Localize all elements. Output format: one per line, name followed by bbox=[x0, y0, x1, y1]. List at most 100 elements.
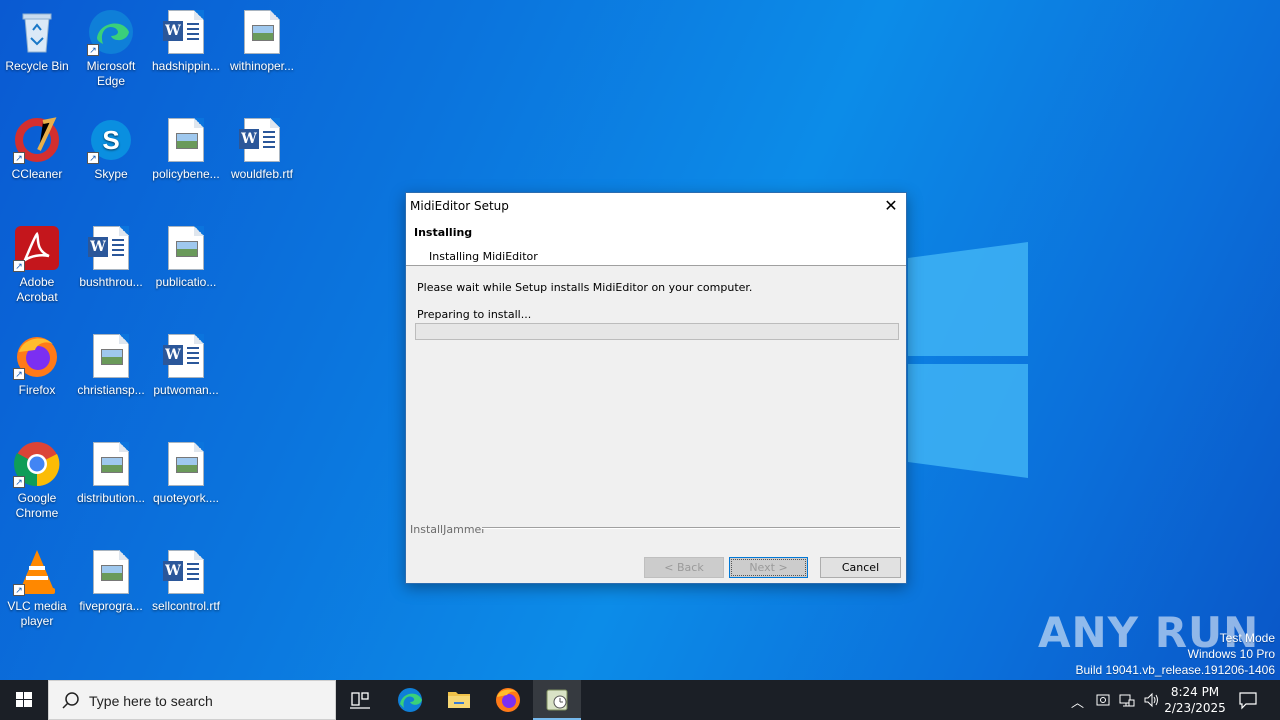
taskbar-firefox[interactable] bbox=[484, 680, 532, 720]
clock-time: 8:24 PM bbox=[1170, 685, 1220, 699]
icon-label: Skype bbox=[94, 167, 128, 181]
desktop-icon-file[interactable]: fiveprogra... bbox=[73, 548, 149, 614]
taskbar-edge[interactable] bbox=[386, 680, 434, 720]
desktop-icon-file[interactable]: W sellcontrol.rtf bbox=[148, 548, 224, 614]
image-doc-icon bbox=[162, 116, 210, 164]
svg-text:S: S bbox=[102, 125, 119, 155]
word-doc-icon: W bbox=[162, 548, 210, 596]
desktop-icon-microsoft-edge[interactable]: ↗ Microsoft Edge bbox=[73, 8, 149, 89]
icon-label: Recycle Bin bbox=[5, 59, 69, 73]
desktop-icon-google-chrome[interactable]: ↗ Google Chrome bbox=[0, 440, 75, 521]
taskbar: Type here to search ︿ 8:24 PM 2/23/2025 bbox=[0, 680, 1280, 720]
tray-volume[interactable] bbox=[1143, 692, 1161, 712]
search-placeholder: Type here to search bbox=[89, 693, 213, 709]
desktop-icon-file[interactable]: withinoper... bbox=[224, 8, 300, 74]
skype-icon: S ↗ bbox=[87, 116, 135, 164]
icon-label: putwoman... bbox=[153, 383, 219, 397]
firefox-icon bbox=[496, 688, 520, 712]
os-watermark: Test Mode Windows 10 Pro Build 19041.vb_… bbox=[1076, 630, 1276, 678]
image-doc-icon bbox=[162, 224, 210, 272]
icon-label: Google Chrome bbox=[15, 491, 59, 520]
dialog-titlebar[interactable]: MidiEditor Setup ✕ bbox=[406, 193, 906, 218]
next-button[interactable]: Next > bbox=[729, 557, 808, 578]
install-progress-bar bbox=[415, 323, 899, 340]
recycle-bin-icon bbox=[13, 8, 61, 56]
tray-network[interactable] bbox=[1119, 692, 1135, 712]
icon-label: policybene... bbox=[152, 167, 220, 181]
tray-security[interactable] bbox=[1095, 692, 1111, 712]
divider bbox=[482, 527, 900, 529]
dialog-title: MidiEditor Setup bbox=[410, 199, 509, 213]
image-doc-icon bbox=[162, 440, 210, 488]
taskbar-clock[interactable]: 8:24 PM 2/23/2025 bbox=[1162, 684, 1228, 716]
search-icon bbox=[62, 692, 79, 709]
word-doc-icon: W bbox=[162, 8, 210, 56]
close-icon: ✕ bbox=[884, 196, 898, 215]
vlc-icon: ↗ bbox=[13, 548, 61, 596]
notification-icon bbox=[1239, 692, 1257, 710]
install-message: Please wait while Setup installs MidiEdi… bbox=[417, 281, 753, 294]
icon-label: withinoper... bbox=[229, 59, 295, 73]
icon-label: quoteyork.... bbox=[152, 491, 220, 505]
icon-label: distribution... bbox=[76, 491, 146, 505]
desktop-icon-vlc[interactable]: ↗ VLC media player bbox=[0, 548, 75, 629]
icon-label: VLC media player bbox=[7, 599, 67, 628]
page-heading: Installing bbox=[414, 226, 473, 239]
volume-icon bbox=[1144, 692, 1158, 708]
icon-label: sellcontrol.rtf bbox=[151, 599, 221, 613]
desktop-icon-file[interactable]: W putwoman... bbox=[148, 332, 224, 398]
firefox-icon: ↗ bbox=[13, 332, 61, 380]
task-view-button[interactable] bbox=[336, 680, 384, 720]
icon-label: bushthrou... bbox=[79, 275, 143, 289]
desktop-icon-file[interactable]: publicatio... bbox=[148, 224, 224, 290]
dialog-header: Installing Installing MidiEditor bbox=[406, 218, 906, 266]
desktop-icon-file[interactable]: distribution... bbox=[73, 440, 149, 506]
icon-label: publicatio... bbox=[155, 275, 217, 289]
action-center-button[interactable] bbox=[1238, 690, 1258, 714]
show-hidden-icons[interactable]: ︿ bbox=[1071, 692, 1084, 711]
edge-icon: ↗ bbox=[87, 8, 135, 56]
start-button[interactable] bbox=[0, 680, 48, 720]
setup-dialog: MidiEditor Setup ✕ Installing Installing… bbox=[405, 192, 907, 584]
install-status: Preparing to install... bbox=[417, 308, 532, 321]
watermark-edition: Windows 10 Pro bbox=[1187, 647, 1275, 661]
taskbar-file-explorer[interactable] bbox=[435, 680, 483, 720]
desktop-icon-file[interactable]: christiansp... bbox=[73, 332, 149, 398]
clock-date: 2/23/2025 bbox=[1164, 701, 1226, 715]
watermark-test-mode: Test Mode bbox=[1219, 631, 1275, 645]
image-doc-icon bbox=[87, 548, 135, 596]
icon-label: wouldfeb.rtf bbox=[230, 167, 294, 181]
word-doc-icon: W bbox=[87, 224, 135, 272]
desktop-icon-ccleaner[interactable]: ↗ CCleaner bbox=[0, 116, 75, 182]
windows-start-icon bbox=[16, 692, 32, 707]
taskbar-midieditor-setup[interactable] bbox=[533, 680, 581, 720]
acrobat-icon: ↗ bbox=[13, 224, 61, 272]
edge-icon bbox=[398, 688, 422, 712]
watermark-build: Build 19041.vb_release.191206-1406 bbox=[1075, 663, 1276, 677]
page-subheading: Installing MidiEditor bbox=[429, 250, 538, 263]
taskbar-search-box[interactable]: Type here to search bbox=[48, 680, 336, 720]
desktop-icon-file[interactable]: W hadshippin... bbox=[148, 8, 224, 74]
desktop-icon-file[interactable]: W wouldfeb.rtf bbox=[224, 116, 300, 182]
back-button[interactable]: < Back bbox=[644, 557, 724, 578]
icon-label: hadshippin... bbox=[151, 59, 221, 73]
cancel-button[interactable]: Cancel bbox=[820, 557, 901, 578]
security-icon bbox=[1096, 694, 1110, 706]
desktop-icon-file[interactable]: policybene... bbox=[148, 116, 224, 182]
icon-label: Microsoft Edge bbox=[86, 59, 136, 88]
icon-label: Firefox bbox=[18, 383, 56, 397]
desktop-icon-adobe-acrobat[interactable]: ↗ Adobe Acrobat bbox=[0, 224, 75, 305]
desktop-icon-file[interactable]: W bushthrou... bbox=[73, 224, 149, 290]
desktop-icon-skype[interactable]: S ↗ Skype bbox=[73, 116, 149, 182]
chevron-up-icon: ︿ bbox=[1071, 696, 1085, 711]
desktop-icon-file[interactable]: quoteyork.... bbox=[148, 440, 224, 506]
network-icon bbox=[1119, 694, 1135, 707]
task-view-icon bbox=[350, 692, 370, 709]
close-button[interactable]: ✕ bbox=[876, 193, 906, 218]
icon-label: Adobe Acrobat bbox=[16, 275, 58, 304]
installer-icon bbox=[546, 689, 568, 711]
image-doc-icon bbox=[87, 440, 135, 488]
desktop-icon-firefox[interactable]: ↗ Firefox bbox=[0, 332, 75, 398]
image-doc-icon bbox=[238, 8, 286, 56]
desktop-icon-recycle-bin[interactable]: Recycle Bin bbox=[0, 8, 75, 74]
